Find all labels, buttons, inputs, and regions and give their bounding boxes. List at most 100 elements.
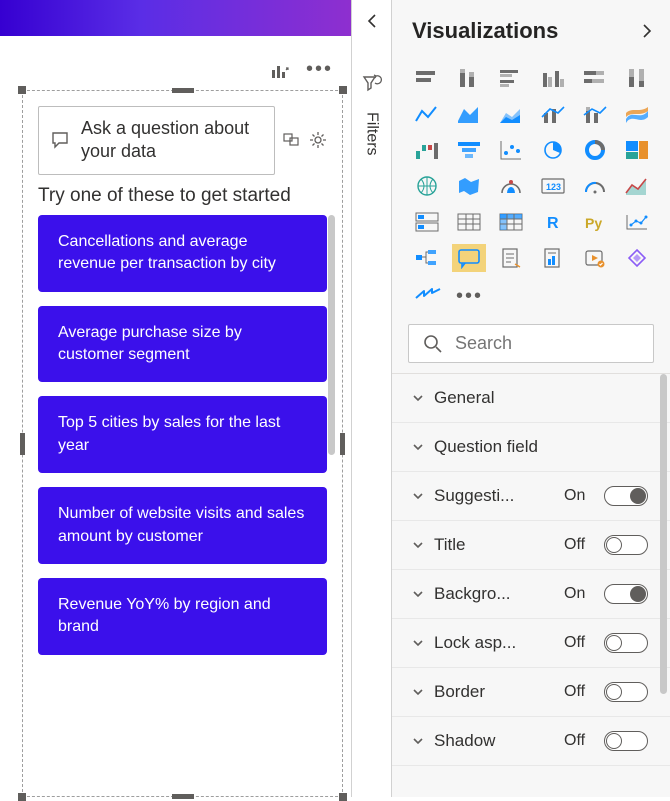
toggle-switch[interactable] bbox=[604, 486, 648, 506]
more-options-icon[interactable]: ••• bbox=[306, 64, 333, 78]
viz-paginated-report[interactable] bbox=[494, 244, 528, 272]
scrollbar[interactable] bbox=[660, 374, 667, 694]
viz-stacked-bar-100[interactable] bbox=[578, 64, 612, 92]
format-section-background[interactable]: Backgro... On bbox=[392, 570, 670, 619]
toggle-state-text: Off bbox=[564, 536, 594, 554]
resize-handle[interactable] bbox=[20, 433, 25, 455]
suggestion-item[interactable]: Average purchase size by customer segmen… bbox=[38, 306, 327, 383]
scrollbar[interactable] bbox=[328, 215, 335, 455]
reset-filters-icon[interactable] bbox=[362, 74, 382, 92]
viz-ribbon[interactable] bbox=[620, 100, 654, 128]
viz-stacked-area[interactable] bbox=[494, 100, 528, 128]
filters-label[interactable]: Filters bbox=[363, 112, 381, 156]
format-search-input[interactable] bbox=[455, 333, 670, 354]
viz-get-more[interactable] bbox=[414, 284, 442, 312]
toggle-switch[interactable] bbox=[604, 633, 648, 653]
format-label: General bbox=[434, 388, 494, 408]
format-section-suggestions[interactable]: Suggesti... On bbox=[392, 472, 670, 521]
gallery-more-icon[interactable]: ••• bbox=[456, 291, 483, 305]
viz-treemap[interactable] bbox=[620, 136, 654, 164]
viz-area[interactable] bbox=[452, 100, 486, 128]
chevron-left-icon[interactable] bbox=[365, 14, 379, 28]
viz-gauge[interactable] bbox=[578, 172, 612, 200]
toggle-switch[interactable] bbox=[604, 584, 648, 604]
chevron-down-icon bbox=[412, 588, 424, 600]
toggle-state-text: Off bbox=[564, 732, 594, 750]
viz-kpi[interactable] bbox=[620, 172, 654, 200]
format-section-lock-aspect[interactable]: Lock asp... Off bbox=[392, 619, 670, 668]
format-sections: General Question field Suggesti... On Ti… bbox=[392, 373, 670, 797]
resize-handle[interactable] bbox=[339, 86, 347, 94]
chevron-down-icon bbox=[412, 441, 424, 453]
chevron-down-icon bbox=[412, 539, 424, 551]
format-label: Shadow bbox=[434, 731, 495, 751]
gear-icon[interactable] bbox=[309, 131, 327, 149]
resize-handle[interactable] bbox=[18, 86, 26, 94]
toggle-state-text: On bbox=[564, 487, 594, 505]
qna-visual[interactable]: Ask a question about your data Try one o… bbox=[28, 96, 337, 791]
viz-clustered-bar[interactable] bbox=[494, 64, 528, 92]
visualizations-panel: Visualizations 123 bbox=[392, 0, 670, 797]
viz-stacked-column-100[interactable] bbox=[620, 64, 654, 92]
resize-handle[interactable] bbox=[18, 793, 26, 801]
chevron-down-icon bbox=[412, 392, 424, 404]
viz-waterfall[interactable] bbox=[410, 136, 444, 164]
suggestion-item[interactable]: Number of website visits and sales amoun… bbox=[38, 487, 327, 564]
viz-decomposition-tree[interactable] bbox=[410, 244, 444, 272]
viz-stacked-column[interactable] bbox=[452, 64, 486, 92]
viz-line[interactable] bbox=[410, 100, 444, 128]
viz-filled-map[interactable] bbox=[452, 172, 486, 200]
suggestion-item[interactable]: Revenue YoY% by region and brand bbox=[38, 578, 327, 655]
toggle-state-text: Off bbox=[564, 683, 594, 701]
viz-donut[interactable] bbox=[578, 136, 612, 164]
bar-chart-icon[interactable] bbox=[270, 62, 292, 80]
viz-qna[interactable] bbox=[452, 244, 486, 272]
toggle-switch[interactable] bbox=[604, 682, 648, 702]
viz-line-stacked-column[interactable] bbox=[578, 100, 612, 128]
qna-input-placeholder: Ask a question about your data bbox=[81, 117, 262, 164]
chevron-right-icon[interactable] bbox=[640, 24, 654, 38]
viz-stacked-bar[interactable] bbox=[410, 64, 444, 92]
qna-input-box[interactable]: Ask a question about your data bbox=[38, 106, 275, 175]
viz-matrix[interactable] bbox=[494, 208, 528, 236]
toggle-switch[interactable] bbox=[604, 535, 648, 555]
viz-power-apps[interactable] bbox=[620, 244, 654, 272]
suggestion-item[interactable]: Cancellations and average revenue per tr… bbox=[38, 215, 327, 292]
format-search[interactable] bbox=[408, 324, 654, 363]
svg-text:Py: Py bbox=[585, 215, 602, 231]
chevron-down-icon bbox=[412, 686, 424, 698]
format-label: Backgro... bbox=[434, 584, 511, 604]
viz-key-influencers[interactable] bbox=[620, 208, 654, 236]
suggestions-heading: Try one of these to get started bbox=[28, 183, 337, 215]
viz-map[interactable] bbox=[410, 172, 444, 200]
format-section-border[interactable]: Border Off bbox=[392, 668, 670, 717]
viz-smart-narrative[interactable] bbox=[536, 244, 570, 272]
viz-power-automate[interactable] bbox=[578, 244, 612, 272]
resize-handle[interactable] bbox=[340, 433, 345, 455]
format-section-title[interactable]: Title Off bbox=[392, 521, 670, 570]
resize-handle[interactable] bbox=[172, 88, 194, 93]
format-section-question-field[interactable]: Question field bbox=[392, 423, 670, 472]
viz-card[interactable]: 123 bbox=[536, 172, 570, 200]
format-section-general[interactable]: General bbox=[392, 374, 670, 423]
viz-pie[interactable] bbox=[536, 136, 570, 164]
viz-python[interactable]: Py bbox=[578, 208, 612, 236]
viz-line-clustered-column[interactable] bbox=[536, 100, 570, 128]
viz-scatter[interactable] bbox=[494, 136, 528, 164]
chat-icon bbox=[51, 131, 71, 149]
viz-r[interactable]: R bbox=[536, 208, 570, 236]
ribbon-bar bbox=[0, 0, 351, 36]
chevron-down-icon bbox=[412, 490, 424, 502]
resize-handle[interactable] bbox=[339, 793, 347, 801]
suggestion-item[interactable]: Top 5 cities by sales for the last year bbox=[38, 396, 327, 473]
toggle-switch[interactable] bbox=[604, 731, 648, 751]
format-section-shadow[interactable]: Shadow Off bbox=[392, 717, 670, 766]
viz-clustered-column[interactable] bbox=[536, 64, 570, 92]
convert-visual-icon[interactable] bbox=[283, 131, 301, 149]
viz-funnel[interactable] bbox=[452, 136, 486, 164]
viz-table[interactable] bbox=[452, 208, 486, 236]
viz-arcgis-map[interactable] bbox=[494, 172, 528, 200]
report-canvas: ••• Ask a question about your data bbox=[0, 0, 352, 797]
viz-multirow-card[interactable] bbox=[410, 208, 444, 236]
format-label: Title bbox=[434, 535, 466, 555]
